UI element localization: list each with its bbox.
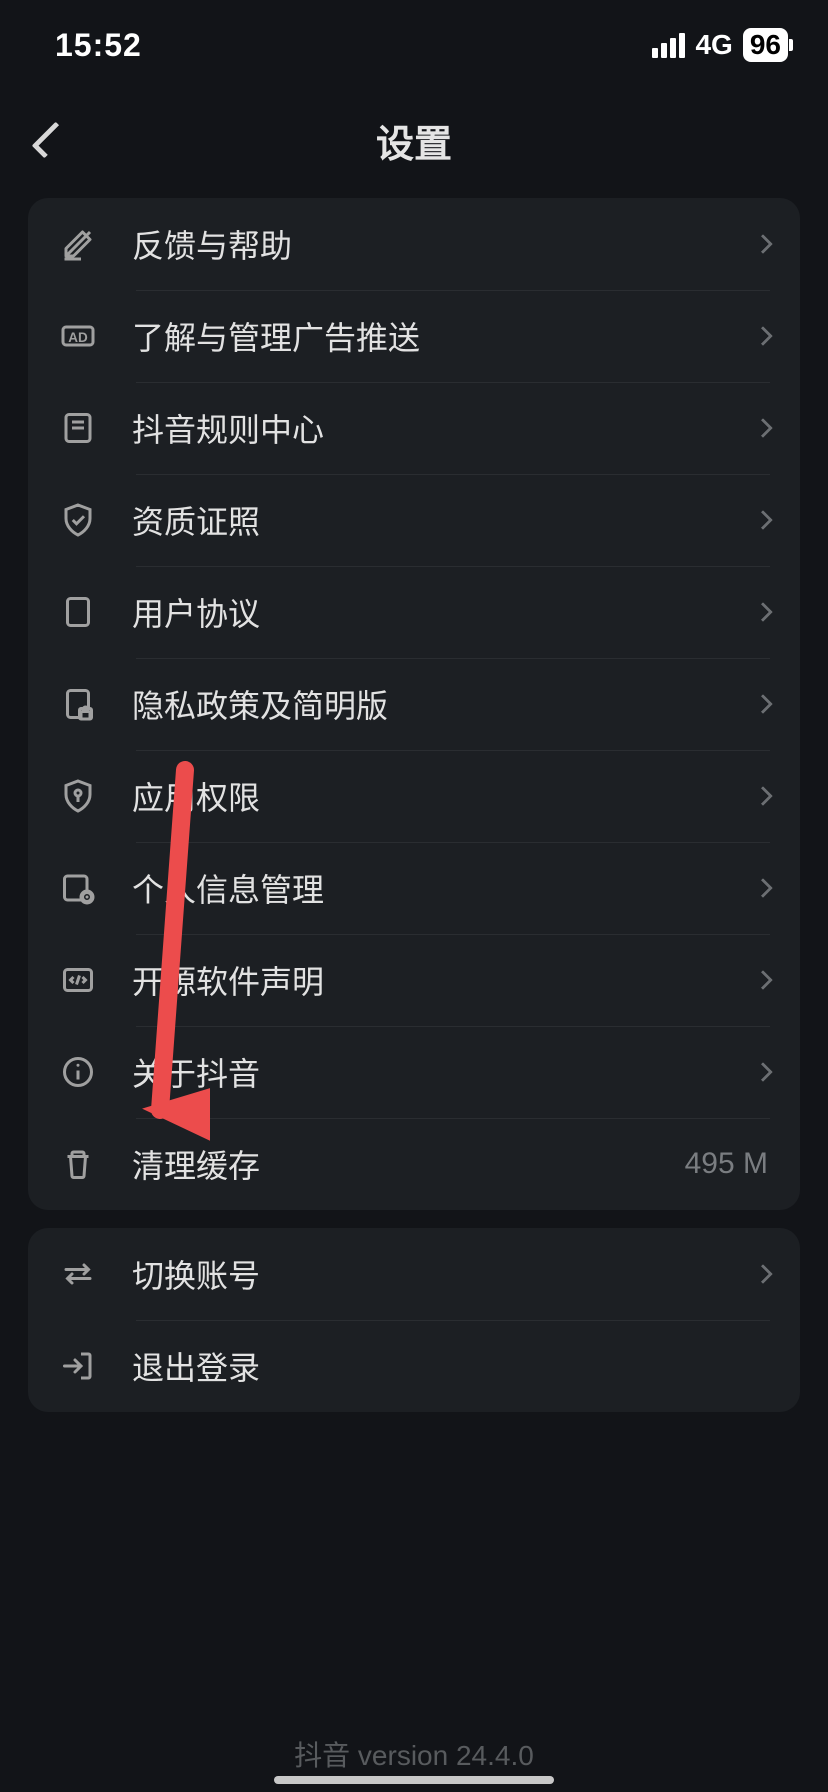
row-label: 资质证照 [132, 497, 744, 543]
version-footer: 抖音 version 24.4.0 [0, 1734, 828, 1774]
doc-icon [58, 592, 98, 632]
row-user-agreement[interactable]: 用户协议 [28, 566, 800, 658]
nav-header: 设置 [0, 100, 828, 180]
chevron-right-icon [753, 878, 773, 898]
row-label: 用户协议 [132, 589, 744, 635]
info-icon [58, 1052, 98, 1092]
trash-icon [58, 1144, 98, 1184]
row-label: 隐私政策及简明版 [132, 681, 744, 727]
svg-text:AD: AD [68, 330, 88, 345]
shield-check-icon [58, 500, 98, 540]
row-app-permissions[interactable]: 应用权限 [28, 750, 800, 842]
row-ad-management[interactable]: AD 了解与管理广告推送 [28, 290, 800, 382]
chevron-left-icon [32, 122, 69, 159]
row-label: 清理缓存 [132, 1141, 685, 1187]
chevron-right-icon [753, 418, 773, 438]
row-label: 开源软件声明 [132, 957, 744, 1003]
settings-group-2: 切换账号 退出登录 [28, 1228, 800, 1412]
row-label: 退出登录 [132, 1343, 770, 1389]
chevron-right-icon [753, 1264, 773, 1284]
back-button[interactable] [28, 118, 72, 162]
shield-key-icon [58, 776, 98, 816]
chevron-right-icon [753, 510, 773, 530]
row-label: 抖音规则中心 [132, 405, 744, 451]
logout-icon [58, 1346, 98, 1386]
home-indicator[interactable] [274, 1776, 554, 1784]
row-label: 了解与管理广告推送 [132, 313, 744, 359]
pencil-icon [58, 224, 98, 264]
status-time: 15:52 [55, 27, 142, 64]
signal-icon [652, 33, 685, 58]
doc-lock-icon [58, 684, 98, 724]
chevron-right-icon [753, 786, 773, 806]
chevron-right-icon [753, 1062, 773, 1082]
row-open-source[interactable]: 开源软件声明 [28, 934, 800, 1026]
battery-icon: 96 [743, 28, 788, 62]
row-label: 关于抖音 [132, 1049, 744, 1095]
chevron-right-icon [753, 326, 773, 346]
row-personal-info[interactable]: 个人信息管理 [28, 842, 800, 934]
row-clear-cache[interactable]: 清理缓存 495 M [28, 1118, 800, 1210]
chevron-right-icon [753, 602, 773, 622]
row-label: 应用权限 [132, 773, 744, 819]
chevron-right-icon [753, 970, 773, 990]
cache-size-value: 495 M [685, 1147, 768, 1181]
swap-icon [58, 1254, 98, 1294]
chevron-right-icon [753, 694, 773, 714]
id-settings-icon [58, 868, 98, 908]
row-switch-account[interactable]: 切换账号 [28, 1228, 800, 1320]
row-label: 反馈与帮助 [132, 221, 744, 267]
status-right: 4G 96 [652, 28, 788, 62]
book-icon [58, 408, 98, 448]
chevron-right-icon [753, 234, 773, 254]
row-feedback-help[interactable]: 反馈与帮助 [28, 198, 800, 290]
row-label: 个人信息管理 [132, 865, 744, 911]
page-title: 设置 [376, 113, 452, 168]
row-label: 切换账号 [132, 1251, 744, 1297]
row-qualification[interactable]: 资质证照 [28, 474, 800, 566]
row-privacy-policy[interactable]: 隐私政策及简明版 [28, 658, 800, 750]
ad-icon: AD [58, 316, 98, 356]
code-icon [58, 960, 98, 1000]
status-bar: 15:52 4G 96 [0, 0, 828, 90]
row-logout[interactable]: 退出登录 [28, 1320, 800, 1412]
settings-group-1: 反馈与帮助 AD 了解与管理广告推送 抖音规则中心 资质证照 [28, 198, 800, 1210]
row-rules-center[interactable]: 抖音规则中心 [28, 382, 800, 474]
network-label: 4G [695, 29, 732, 61]
row-about[interactable]: 关于抖音 [28, 1026, 800, 1118]
